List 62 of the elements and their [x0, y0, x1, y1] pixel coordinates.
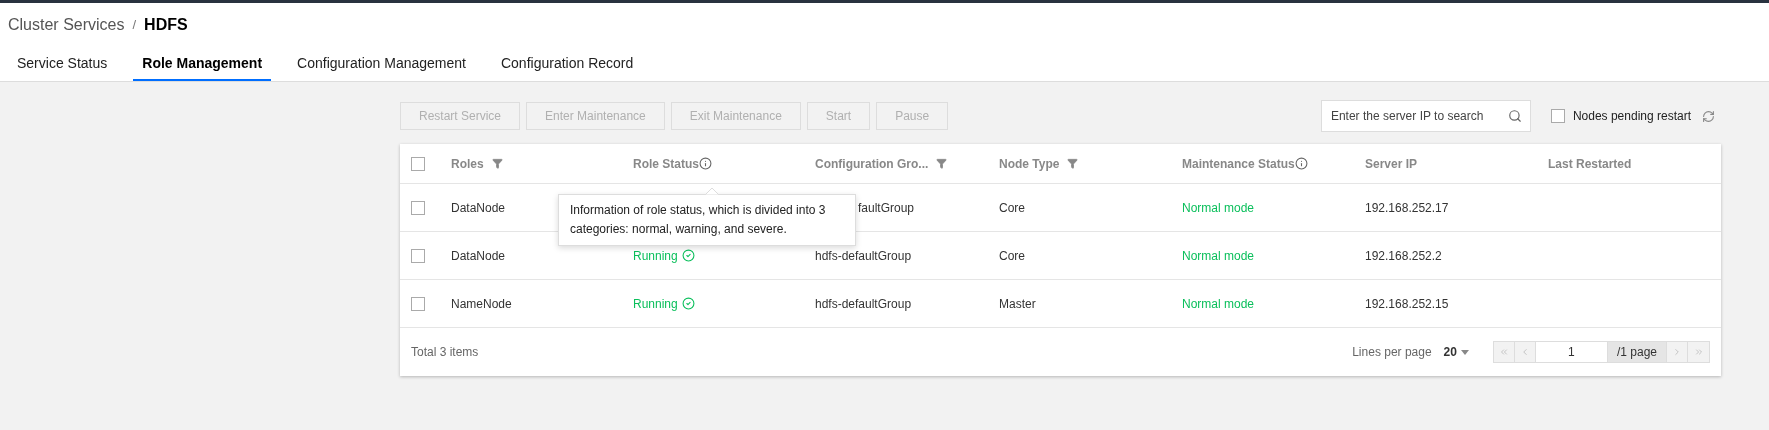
tooltip: Information of role status, which is divided into 3 categories: normal, warning, and severe.	[558, 194, 856, 246]
column-header: Role Status	[633, 155, 699, 173]
maintenance-status: Normal mode	[1182, 199, 1255, 217]
column-header: Maintenance Status	[1182, 155, 1295, 173]
info-icon[interactable]	[1294, 157, 1308, 170]
checkbox[interactable]	[411, 296, 425, 311]
filter-icon[interactable]	[936, 158, 948, 169]
tab[interactable]: Configuration Management	[288, 47, 475, 81]
breadcrumb-link[interactable]: Cluster Services	[8, 13, 125, 37]
checkbox[interactable]	[1550, 109, 1565, 123]
tab[interactable]: Role Management	[133, 47, 272, 81]
check-circle-icon	[681, 249, 695, 262]
column-header: Configuration Gro...	[815, 155, 929, 173]
column-header: Last Restarted	[1548, 155, 1632, 173]
status-text: Running	[633, 247, 678, 265]
lines-per-page-label: Lines per page	[1352, 344, 1432, 361]
page-size-select[interactable]: 20	[1443, 343, 1469, 361]
table-cell-text: Master	[999, 295, 1036, 313]
checkbox-label: Nodes pending restart	[1572, 108, 1691, 125]
table-cell-text: faultGroup	[858, 199, 915, 217]
tab[interactable]: Service Status	[8, 47, 117, 81]
breadcrumb-current: HDFS	[144, 15, 188, 35]
first-page-button[interactable]	[1492, 341, 1515, 363]
filter-icon[interactable]	[491, 158, 503, 169]
total-count: Total 3 items	[411, 344, 479, 361]
last-page-icon	[1693, 347, 1704, 357]
table-cell-text: Core	[999, 199, 1025, 217]
page-input[interactable]: 1	[1535, 341, 1608, 363]
previous-page-button[interactable]	[1514, 341, 1536, 363]
column-header: Roles	[451, 155, 484, 173]
table-cell-text: DataNode	[451, 247, 506, 265]
column-header: Node Type	[999, 155, 1060, 173]
table-cell-text: 192.168.252.15	[1365, 295, 1449, 313]
check-circle-icon	[681, 297, 695, 310]
table-cell-text: hdfs-defaultGroup	[815, 295, 912, 313]
next-page-button[interactable]	[1667, 341, 1688, 363]
status-text: Running	[633, 295, 678, 313]
checkbox[interactable]	[411, 156, 425, 171]
search-field[interactable]: Enter the server IP to search	[1320, 100, 1531, 132]
next-page-icon	[1672, 347, 1682, 357]
refresh-icon[interactable]	[1702, 109, 1715, 123]
tab[interactable]: Configuration Record	[491, 47, 643, 81]
table-cell-text: Core	[999, 247, 1025, 265]
table-cell-text: 192.168.252.17	[1365, 199, 1449, 217]
caret-icon	[1460, 349, 1469, 355]
maintenance-status: Normal mode	[1182, 295, 1255, 313]
first-page-icon	[1498, 347, 1509, 357]
search-icon[interactable]	[1507, 109, 1522, 123]
table-cell-text: 192.168.252.2	[1365, 247, 1442, 265]
table-cell-text: DataNode	[451, 199, 506, 217]
filter-icon[interactable]	[1067, 158, 1079, 169]
column-header: Server IP	[1365, 155, 1418, 173]
info-icon[interactable]	[699, 157, 712, 170]
maintenance-status: Normal mode	[1182, 247, 1255, 265]
table-cell-text: NameNode	[451, 295, 512, 313]
last-page-button[interactable]	[1688, 341, 1710, 363]
table-cell-text: hdfs-defaultGroup	[815, 247, 912, 265]
checkbox[interactable]	[411, 200, 425, 215]
breadcrumb-separator: /	[132, 16, 137, 35]
tooltip-pointer	[705, 188, 719, 195]
checkbox[interactable]	[411, 248, 425, 263]
page-total: /1 page	[1607, 341, 1667, 363]
